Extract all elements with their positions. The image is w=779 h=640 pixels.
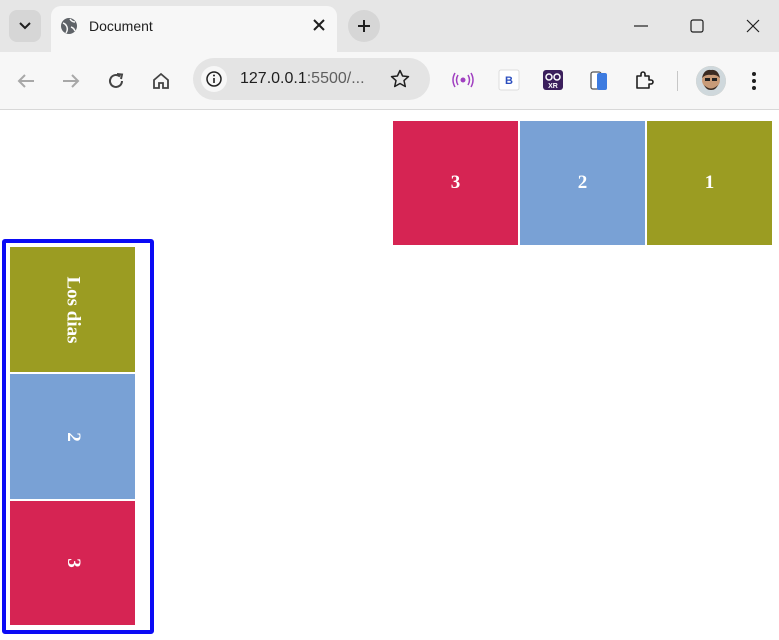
site-info-button[interactable]	[201, 66, 227, 92]
device-icon	[590, 71, 607, 90]
home-icon	[153, 72, 169, 89]
puzzle-icon	[636, 71, 654, 89]
close-window-icon	[746, 19, 760, 33]
broadcast-icon	[452, 72, 474, 88]
row-box-3: 3	[393, 121, 518, 245]
row-box-label: 3	[450, 172, 461, 193]
url-path: :5500/...	[306, 70, 365, 87]
minimize-icon	[634, 25, 648, 27]
column-box-label: Los dias	[62, 275, 84, 344]
column-box-2: 2	[10, 374, 135, 499]
address-bar[interactable]: 127.0.0.1:5500/...	[193, 58, 430, 100]
minimize-button[interactable]	[624, 10, 658, 42]
column-box-3: 3	[10, 501, 135, 625]
maximize-icon	[690, 19, 704, 33]
forward-button[interactable]	[57, 67, 85, 95]
extensions-menu-button[interactable]	[632, 68, 656, 92]
page-content: 3 2 1 Los dias 2 3	[0, 110, 779, 640]
star-icon	[390, 69, 410, 88]
active-tab[interactable]: Document	[51, 6, 337, 52]
letter-b-icon: B	[498, 69, 520, 91]
plus-icon	[358, 20, 370, 32]
xr-icon: XR	[543, 70, 563, 90]
close-window-button[interactable]	[736, 10, 770, 42]
reload-button[interactable]	[102, 67, 130, 95]
avatar-icon	[696, 66, 726, 96]
more-vertical-icon	[752, 72, 756, 90]
browser-toolbar: 127.0.0.1:5500/... B XR	[0, 52, 779, 110]
reload-icon	[109, 73, 124, 88]
browser-menu-button[interactable]	[742, 68, 766, 94]
close-icon	[313, 19, 325, 31]
row-box-2: 2	[520, 121, 645, 245]
row-box-1: 1	[647, 121, 772, 245]
extension-b[interactable]: B	[497, 68, 521, 92]
tab-strip: Document	[0, 0, 779, 52]
row-box-label: 1	[704, 172, 715, 193]
home-button[interactable]	[147, 67, 175, 95]
bookmark-button[interactable]	[389, 68, 411, 90]
vertical-container: Los dias 2 3	[2, 239, 154, 634]
column-box-label: 3	[62, 558, 84, 568]
extension-device[interactable]	[587, 68, 611, 92]
maximize-button[interactable]	[680, 10, 714, 42]
new-tab-button[interactable]	[348, 10, 380, 42]
arrow-left-icon	[17, 74, 34, 88]
globe-icon	[61, 18, 77, 34]
svg-text:XR: XR	[548, 83, 558, 90]
info-icon	[206, 71, 222, 87]
back-button[interactable]	[12, 67, 40, 95]
row-box-label: 2	[577, 172, 588, 193]
tab-close-button[interactable]	[309, 15, 329, 35]
tab-search-button[interactable]	[9, 10, 41, 42]
svg-text:B: B	[505, 75, 513, 87]
url-host: 127.0.0.1	[240, 70, 307, 87]
profile-avatar[interactable]	[696, 66, 726, 96]
extension-broadcast[interactable]	[451, 68, 475, 92]
chevron-down-icon	[19, 22, 31, 30]
toolbar-separator	[677, 71, 678, 91]
tab-title: Document	[89, 18, 153, 34]
column-box-los-dias: Los dias	[10, 247, 135, 372]
url-text: 127.0.0.1:5500/...	[240, 70, 365, 88]
arrow-right-icon	[63, 74, 80, 88]
column-box-label: 2	[62, 431, 84, 442]
extension-xr[interactable]: XR	[541, 68, 565, 92]
